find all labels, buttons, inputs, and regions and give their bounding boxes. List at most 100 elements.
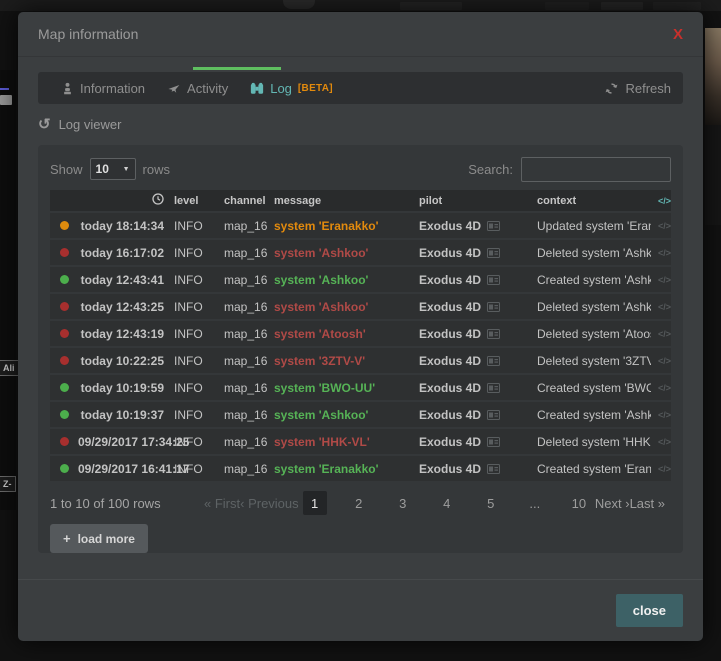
beta-badge: [BETA] (298, 83, 333, 94)
log-message: system 'Ashkoo' (274, 246, 392, 260)
pagination-page-5[interactable]: 5 (479, 491, 503, 515)
tab-log[interactable]: Log [BETA] (239, 72, 344, 104)
search-input[interactable] (521, 157, 671, 182)
log-channel: map_16 (224, 300, 274, 314)
pilot-column-header[interactable]: pilot (419, 195, 537, 207)
pilot-name: Exodus 4D (419, 246, 481, 260)
level-column-header[interactable]: level (174, 195, 224, 207)
background-system-label: Ali (0, 360, 19, 376)
clock-icon (152, 193, 164, 205)
refresh-button[interactable]: Refresh (605, 81, 671, 96)
code-icon[interactable]: </> (651, 464, 671, 474)
page-size-select[interactable]: 10 ▼ (90, 158, 136, 180)
table-row: today 12:43:25 INFO map_16 system 'Ashko… (50, 294, 671, 319)
log-level: INFO (174, 300, 224, 314)
log-viewer-panel: Show 10 ▼ rows Search: level (38, 145, 683, 553)
history-icon: ↺ (38, 117, 51, 132)
log-time: today 16:17:02 (78, 246, 174, 260)
log-level: INFO (174, 381, 224, 395)
log-time: 09/29/2017 17:34:25 (78, 435, 174, 449)
pagination-page-3[interactable]: 3 (391, 491, 415, 515)
context-column-header[interactable]: context (537, 195, 651, 207)
code-icon[interactable]: </> (651, 356, 671, 366)
channel-column-header[interactable]: channel (224, 195, 274, 207)
log-level: INFO (174, 273, 224, 287)
background-map-connection (0, 88, 9, 90)
character-card-icon (487, 464, 500, 474)
tab-label: Log (270, 81, 292, 96)
log-level: INFO (174, 462, 224, 476)
code-icon[interactable]: </> (651, 275, 671, 285)
close-icon[interactable]: X (673, 27, 683, 42)
status-dot (60, 275, 69, 284)
refresh-label: Refresh (625, 81, 671, 96)
pagination-previous[interactable]: ‹ Previous (240, 496, 299, 511)
tab-activity[interactable]: Activity (156, 72, 239, 104)
log-channel: map_16 (224, 462, 274, 476)
code-icon[interactable]: </> (651, 437, 671, 447)
pagination-page-10[interactable]: 10 (567, 491, 591, 515)
log-message: system 'Ashkoo' (274, 408, 392, 422)
log-message: system 'Eranakko' (274, 462, 392, 476)
code-icon[interactable]: </> (651, 248, 671, 258)
pagination-last[interactable]: Last » (630, 496, 665, 511)
background-map-strip (0, 70, 16, 510)
pilot-name: Exodus 4D (419, 381, 481, 395)
pagination-page-1[interactable]: 1 (303, 491, 327, 515)
log-context: Created system 'Eranakko... (537, 462, 651, 476)
status-dot (60, 437, 69, 446)
log-channel: map_16 (224, 354, 274, 368)
code-icon[interactable]: </> (651, 221, 671, 231)
section-title: Log viewer (59, 117, 122, 132)
refresh-icon (605, 82, 618, 95)
pagination-first[interactable]: « First (204, 496, 240, 511)
log-time: today 10:22:25 (78, 354, 174, 368)
tab-label: Information (80, 81, 145, 96)
character-card-icon (487, 410, 500, 420)
table-row: today 10:19:37 INFO map_16 system 'Ashko… (50, 402, 671, 427)
tab-bar: Information Activity Log [BETA] Refresh (38, 72, 683, 104)
log-channel: map_16 (224, 435, 274, 449)
binoculars-icon (250, 82, 264, 95)
log-table-body: today 18:14:34 INFO map_16 system 'Erana… (50, 213, 671, 481)
message-column-header[interactable]: message (274, 195, 392, 207)
log-message: system '3ZTV-V' (274, 354, 392, 368)
log-level: INFO (174, 354, 224, 368)
log-level: INFO (174, 408, 224, 422)
table-row: today 10:22:25 INFO map_16 system '3ZTV-… (50, 348, 671, 373)
log-message: system 'Atoosh' (274, 327, 392, 341)
code-icon[interactable]: </> (651, 329, 671, 339)
code-icon[interactable]: </> (651, 410, 671, 420)
log-channel: map_16 (224, 246, 274, 260)
log-context: Deleted system 'Ashkoo' ... (537, 300, 651, 314)
search-label: Search: (468, 162, 513, 177)
close-button[interactable]: close (616, 594, 683, 627)
background-portrait-fragment (705, 28, 721, 125)
map-information-modal: Map information X Information Activity (18, 12, 703, 641)
pagination-page-...[interactable]: ... (523, 491, 547, 515)
pilot-name: Exodus 4D (419, 300, 481, 314)
loading-indicator (193, 67, 281, 70)
code-icon[interactable]: </> (651, 383, 671, 393)
log-channel: map_16 (224, 408, 274, 422)
pagination-page-4[interactable]: 4 (435, 491, 459, 515)
status-dot (60, 383, 69, 392)
pagination-next[interactable]: Next › (595, 496, 630, 511)
code-icon[interactable]: </> (651, 302, 671, 312)
log-level: INFO (174, 246, 224, 260)
log-time: today 12:43:19 (78, 327, 174, 341)
load-more-button[interactable]: + load more (50, 524, 148, 553)
pagination-page-2[interactable]: 2 (347, 491, 371, 515)
table-row: 09/29/2017 17:34:25 INFO map_16 system '… (50, 429, 671, 454)
status-dot (60, 356, 69, 365)
time-column-header[interactable] (78, 193, 174, 208)
tab-information[interactable]: Information (50, 72, 156, 104)
log-message: system 'Ashkoo' (274, 273, 392, 287)
log-message: system 'BWO-UU' (274, 381, 392, 395)
page-size-value: 10 (96, 162, 109, 176)
log-context: Updated system 'Eranakk... (537, 219, 651, 233)
background-button-fragment (400, 2, 462, 10)
background-fragment (705, 125, 721, 225)
character-card-icon (487, 329, 500, 339)
code-column-header[interactable]: </> (651, 196, 671, 206)
